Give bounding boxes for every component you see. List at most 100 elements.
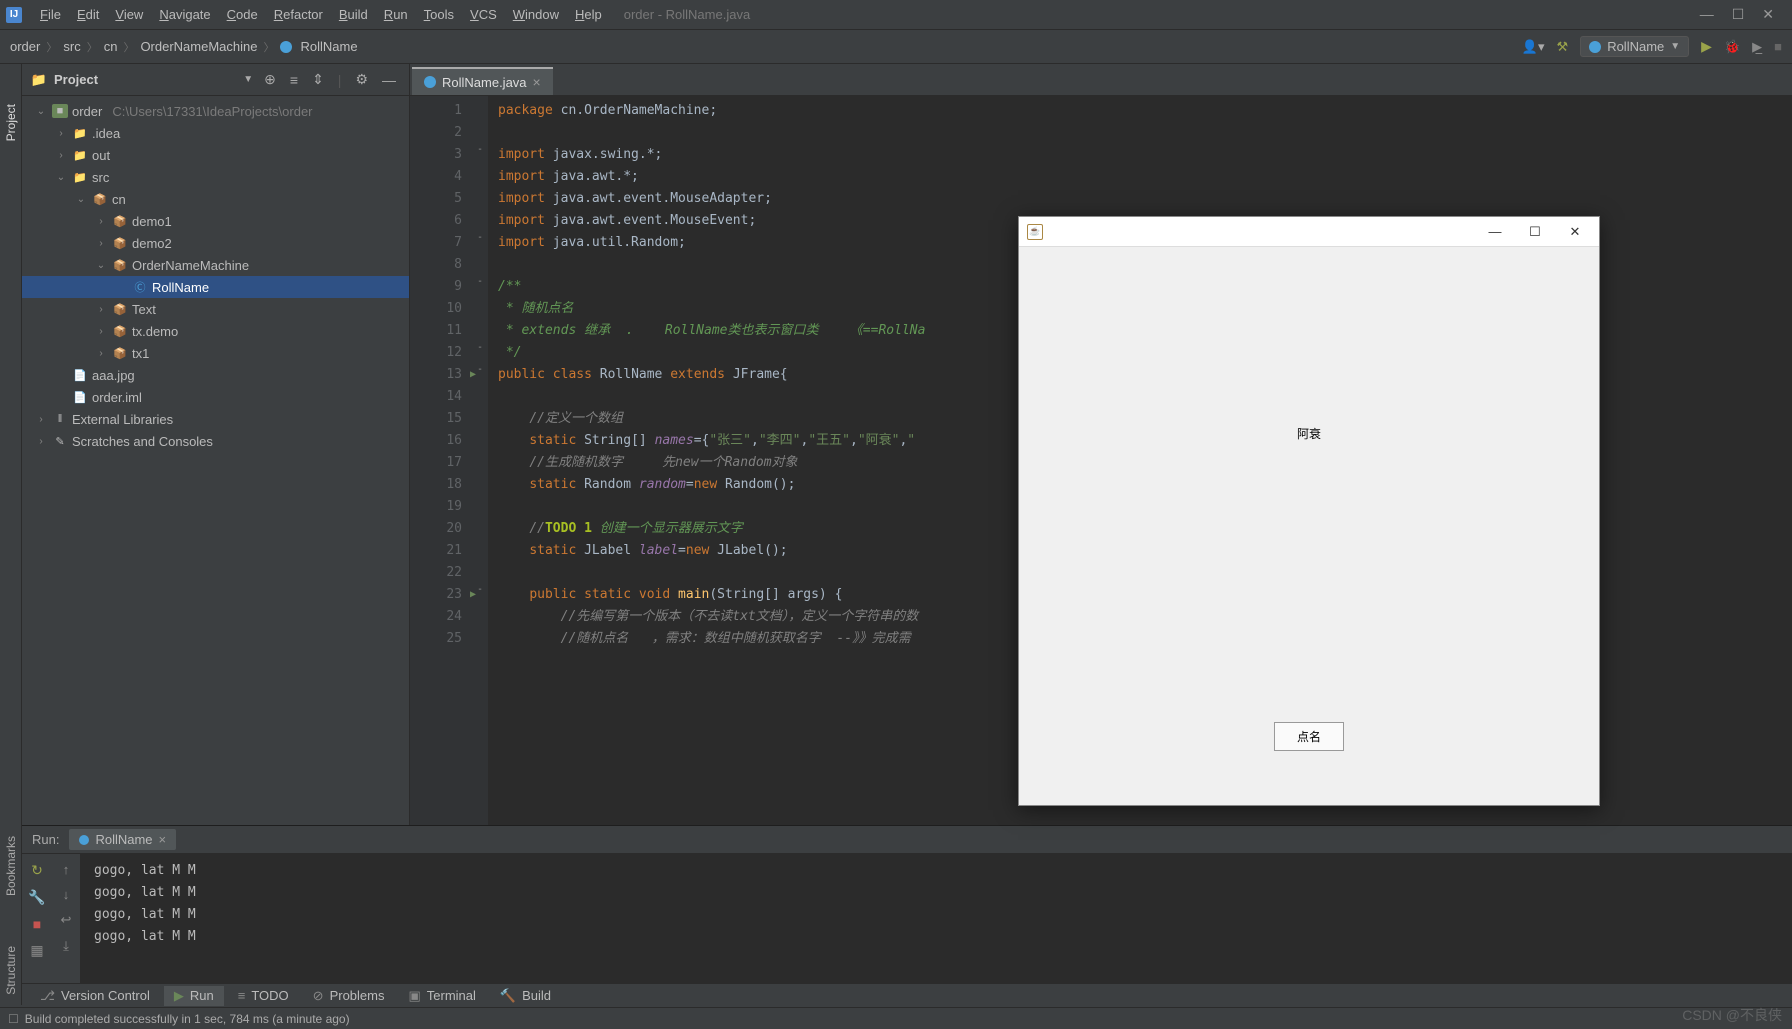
line-number[interactable]: 5 xyxy=(414,188,462,210)
menu-build[interactable]: Build xyxy=(331,7,376,22)
tree-row-order-iml[interactable]: 📄order.iml xyxy=(22,386,409,408)
tree-row-text[interactable]: ›📦Text xyxy=(22,298,409,320)
run-config-selector[interactable]: RollName ▼ xyxy=(1580,36,1689,57)
maximize-icon[interactable]: ☐ xyxy=(1732,6,1745,23)
close-icon[interactable]: ✕ xyxy=(1762,6,1774,23)
menu-view[interactable]: View xyxy=(107,7,151,22)
editor-tab-rollname[interactable]: RollName.java × xyxy=(412,67,553,95)
bottom-tab-terminal[interactable]: ▣Terminal xyxy=(398,986,485,1006)
tree-row-src[interactable]: ⌄📁src xyxy=(22,166,409,188)
swing-close-icon[interactable]: ✕ xyxy=(1559,224,1591,240)
line-number[interactable]: 25 xyxy=(414,628,462,650)
menu-edit[interactable]: Edit xyxy=(69,7,107,22)
code-line[interactable]: package cn.OrderNameMachine; xyxy=(498,100,1782,122)
tree-row-ordernamemachine[interactable]: ⌄📦OrderNameMachine xyxy=(22,254,409,276)
tree-arrow-icon[interactable]: ⌄ xyxy=(94,260,108,271)
tree-arrow-icon[interactable]: › xyxy=(94,216,108,227)
breadcrumb-part[interactable]: OrderNameMachine xyxy=(140,39,257,54)
menu-navigate[interactable]: Navigate xyxy=(151,7,218,22)
run-icon[interactable]: ▶ xyxy=(1701,38,1712,55)
code-line[interactable] xyxy=(498,122,1782,144)
fold-mark[interactable]: - xyxy=(472,342,488,364)
fold-mark[interactable] xyxy=(472,166,488,188)
line-number[interactable]: 12 xyxy=(414,342,462,364)
tab-close-icon[interactable]: × xyxy=(533,74,541,90)
tree-arrow-icon[interactable]: ⌄ xyxy=(34,106,48,117)
fold-mark[interactable] xyxy=(472,518,488,540)
line-number[interactable]: 3 xyxy=(414,144,462,166)
run-output[interactable]: gogo, lat M Mgogo, lat M Mgogo, lat M Mg… xyxy=(80,854,1792,983)
settings-icon[interactable]: ⚙ xyxy=(352,71,371,88)
tool-tab-bookmarks[interactable]: Bookmarks xyxy=(4,836,18,896)
fold-mark[interactable] xyxy=(472,606,488,628)
line-number[interactable]: 1 xyxy=(414,100,462,122)
line-number[interactable]: 22 xyxy=(414,562,462,584)
tree-row-rollname[interactable]: ⒸRollName xyxy=(22,276,409,298)
swing-maximize-icon[interactable]: ☐ xyxy=(1519,224,1551,240)
tab-close-icon[interactable]: × xyxy=(159,832,167,847)
scroll-end-icon[interactable]: ⤓ xyxy=(63,938,69,954)
fold-mark[interactable] xyxy=(472,188,488,210)
fold-mark[interactable]: - xyxy=(472,232,488,254)
debug-icon[interactable]: 🐞 xyxy=(1724,39,1740,55)
swing-titlebar[interactable]: ☕ — ☐ ✕ xyxy=(1019,217,1599,247)
line-number[interactable]: 24 xyxy=(414,606,462,628)
rerun-icon[interactable]: ↻ xyxy=(31,862,43,879)
breadcrumb-part[interactable]: cn xyxy=(104,39,118,54)
tree-arrow-icon[interactable]: › xyxy=(54,128,68,139)
tree-row-scratches-and-consoles[interactable]: ›✎Scratches and Consoles xyxy=(22,430,409,452)
line-number[interactable]: 13 xyxy=(414,364,462,386)
line-number[interactable]: 19 xyxy=(414,496,462,518)
tool-tab-structure[interactable]: Structure xyxy=(4,946,18,995)
tree-arrow-icon[interactable]: › xyxy=(94,238,108,249)
stop-icon[interactable]: ■ xyxy=(1774,39,1782,54)
fold-mark[interactable] xyxy=(472,628,488,650)
fold-mark[interactable] xyxy=(472,320,488,342)
line-number[interactable]: 6 xyxy=(414,210,462,232)
fold-mark[interactable] xyxy=(472,298,488,320)
line-number[interactable]: 8 xyxy=(414,254,462,276)
line-number[interactable]: 11 xyxy=(414,320,462,342)
user-icon[interactable]: 👤▾ xyxy=(1522,39,1545,55)
swing-window[interactable]: ☕ — ☐ ✕ 阿衰 点名 xyxy=(1018,216,1600,806)
fold-mark[interactable] xyxy=(472,496,488,518)
stop-icon[interactable]: ■ xyxy=(33,916,41,932)
select-opened-icon[interactable]: ⊕ xyxy=(261,71,279,88)
coverage-icon[interactable]: ▶̲ xyxy=(1752,39,1762,55)
fold-mark[interactable] xyxy=(472,474,488,496)
fold-column[interactable]: ------ xyxy=(472,96,488,825)
breadcrumb[interactable]: order〉src〉cn〉OrderNameMachine〉RollName xyxy=(10,39,358,55)
line-number[interactable]: 14 xyxy=(414,386,462,408)
swing-minimize-icon[interactable]: — xyxy=(1479,224,1511,239)
menu-file[interactable]: File xyxy=(32,7,69,22)
line-number[interactable]: 9 xyxy=(414,276,462,298)
fold-mark[interactable] xyxy=(472,408,488,430)
menu-refactor[interactable]: Refactor xyxy=(266,7,331,22)
bottom-tab-run[interactable]: ▶Run xyxy=(164,986,224,1006)
tree-row-order[interactable]: ⌄■orderC:\Users\17331\IdeaProjects\order xyxy=(22,100,409,122)
tree-arrow-icon[interactable]: › xyxy=(34,414,48,425)
line-number[interactable]: 7 xyxy=(414,232,462,254)
line-number[interactable]: 15 xyxy=(414,408,462,430)
tree-row-external-libraries[interactable]: ›‖External Libraries xyxy=(22,408,409,430)
fold-mark[interactable] xyxy=(472,452,488,474)
wrench-icon[interactable]: 🔧 xyxy=(28,889,45,906)
breadcrumb-part[interactable]: src xyxy=(63,39,80,54)
fold-mark[interactable] xyxy=(472,386,488,408)
tree-row-aaa-jpg[interactable]: 📄aaa.jpg xyxy=(22,364,409,386)
menu-vcs[interactable]: VCS xyxy=(462,7,505,22)
tree-row-tx-demo[interactable]: ›📦tx.demo xyxy=(22,320,409,342)
tree-row-out[interactable]: ›📁out xyxy=(22,144,409,166)
bottom-tab-todo[interactable]: ≡TODO xyxy=(228,986,299,1005)
fold-mark[interactable]: - xyxy=(472,276,488,298)
line-number[interactable]: 10 xyxy=(414,298,462,320)
breadcrumb-part[interactable]: RollName xyxy=(300,39,357,54)
tree-row-demo2[interactable]: ›📦demo2 xyxy=(22,232,409,254)
collapse-all-icon[interactable]: ⇕ xyxy=(309,71,327,88)
soft-wrap-icon[interactable]: ↩ xyxy=(61,912,72,928)
fold-mark[interactable] xyxy=(472,122,488,144)
chevron-down-icon[interactable]: ▼ xyxy=(243,74,253,85)
bottom-tab-build[interactable]: 🔨Build xyxy=(490,986,561,1006)
tree-arrow-icon[interactable]: › xyxy=(34,436,48,447)
swing-pick-button[interactable]: 点名 xyxy=(1274,722,1344,751)
